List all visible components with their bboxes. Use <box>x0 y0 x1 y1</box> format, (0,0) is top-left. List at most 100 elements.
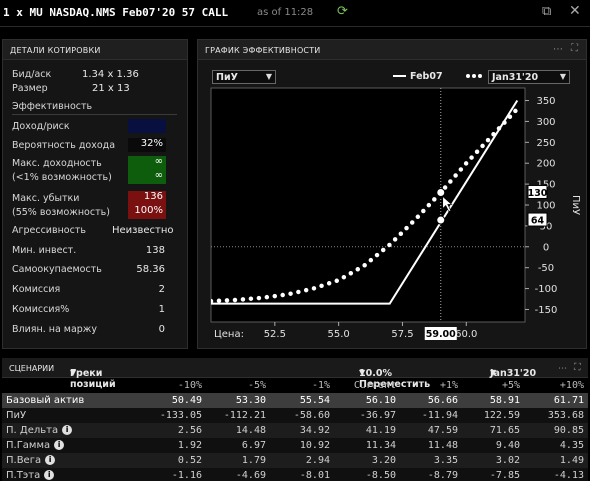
table-cell: 41.19 <box>334 423 400 438</box>
performance-chart[interactable]: 350300250200150100500-50-100-15052.555.0… <box>198 40 588 350</box>
legend-dot <box>466 74 470 78</box>
column-header: +10% <box>559 380 584 391</box>
chevron-down-icon: ▼ <box>70 368 77 377</box>
table-cell: 353.68 <box>524 408 588 423</box>
max-loss-value: 136 <box>128 191 166 205</box>
bid-ask-value: 1.34 x 1.36 <box>82 69 139 80</box>
table-cell: -112.21 <box>206 408 270 423</box>
efficiency-header: Эффективность <box>12 101 93 112</box>
min-investment-label: Мин. инвест. <box>12 245 77 256</box>
price-axis-label: Цена: <box>214 329 244 340</box>
chevron-down-icon: ▼ <box>359 368 366 377</box>
scenarios-table: -10% -5% -1% Current +1% +5% +10% Базовый актив… <box>2 378 588 481</box>
max-loss-prob-label: (55% возможность) <box>12 207 110 218</box>
info-icon[interactable]: i <box>44 470 55 480</box>
close-icon[interactable]: ✕ <box>569 3 581 19</box>
table-cell: -8.50 <box>334 468 400 481</box>
size-label: Размер <box>12 83 48 94</box>
breakeven-label: Самоокупаемость <box>12 264 102 275</box>
row-label: ПиУ <box>2 408 142 423</box>
table-cell: 58.91 <box>462 393 524 408</box>
commission-value: 2 <box>158 284 165 295</box>
x-tick-label: 57.5 <box>391 329 413 340</box>
row-label-text: П.Вега <box>6 455 42 466</box>
row-label: П.Гамма i <box>2 438 142 453</box>
column-header: -1% <box>311 380 330 391</box>
table-cell: 53.30 <box>206 393 270 408</box>
table-cell: 1.92 <box>142 438 206 453</box>
column-header: Current <box>353 380 396 391</box>
info-icon[interactable]: i <box>62 425 73 435</box>
row-label: П.Вега i <box>2 453 142 468</box>
table-cell: 3.02 <box>462 453 524 468</box>
margin-impact-value: 0 <box>158 324 165 335</box>
cursor-marker <box>436 215 446 225</box>
info-icon[interactable]: i <box>54 440 65 450</box>
legend-dot <box>472 74 476 78</box>
row-label-text: П.Тэта <box>6 470 41 481</box>
table-cell: 4.35 <box>524 438 588 453</box>
table-cell: 14.48 <box>206 423 270 438</box>
cursor-value-text: 130 <box>528 188 548 199</box>
column-header: +5% <box>501 380 520 391</box>
table-cell: 10.92 <box>270 438 334 453</box>
x-tick-label: 60.0 <box>455 329 477 340</box>
aggressiveness-value: Неизвестно <box>112 225 174 236</box>
table-cell: 122.59 <box>462 408 524 423</box>
column-header: +1% <box>439 380 458 391</box>
metric-select[interactable]: ПиУ ▼ <box>212 70 276 84</box>
table-cell: -58.60 <box>270 408 334 423</box>
table-row: П.Тэта i -1.16 -4.69 -8.01 -8.50 -8.79 -7.85 -4.… <box>2 468 588 481</box>
table-cell: -8.01 <box>270 468 334 481</box>
date-select-value: Jan31'20 <box>492 72 539 83</box>
scenarios-header: СЦЕНАРИИ <box>9 364 55 373</box>
refresh-icon[interactable]: ⟳ <box>337 4 348 19</box>
quote-details-header: ДЕТАЛИ КОТИРОВКИ <box>3 40 187 60</box>
quote-details-panel: ДЕТАЛИ КОТИРОВКИ Бид/аск 1.34 x 1.36 Раз… <box>2 39 188 349</box>
size-value: 21 x 13 <box>92 83 130 94</box>
popout-icon[interactable]: ⧉ <box>542 4 551 19</box>
row-label: П.Тэта i <box>2 468 142 481</box>
y-tick-label: -150 <box>535 305 558 316</box>
cursor-price-text: 59.00 <box>426 329 456 340</box>
row-label: Базовый актив <box>2 393 142 408</box>
table-cell: 61.71 <box>524 393 588 408</box>
scenarios-panel: СЦЕНАРИИ Греки позиций ▼ 10.0% Перемести… <box>2 358 588 481</box>
table-row: ПиУ -133.05 -112.21 -58.60 -36.97 -11.94 122.5… <box>2 408 588 423</box>
row-label-text: ПиУ <box>6 410 27 421</box>
bid-ask-label: Бид/аск <box>12 69 52 80</box>
table-cell: -4.69 <box>206 468 270 481</box>
max-return-label: Макс. доходность <box>12 158 102 169</box>
row-label-text: П. Дельта <box>6 425 59 436</box>
chevron-down-icon: ▼ <box>559 72 566 81</box>
max-return-prob-value: ∞ <box>128 170 166 184</box>
expand-icon[interactable]: ⋯ <box>558 363 568 374</box>
y-tick-label: 200 <box>536 159 555 170</box>
table-cell: -7.85 <box>462 468 524 481</box>
window-title: 1 x MU NASDAQ.NMS Feb07'20 57 CALL <box>3 6 229 19</box>
table-cell: 1.49 <box>524 453 588 468</box>
profit-probability-value: 32% <box>128 138 166 152</box>
y-tick-label: 0 <box>543 242 549 253</box>
table-cell: 34.92 <box>270 423 334 438</box>
title-bar: 1 x MU NASDAQ.NMS Feb07'20 57 CALL as of… <box>0 0 590 27</box>
table-cell: -36.97 <box>334 408 400 423</box>
info-icon[interactable]: i <box>45 455 56 465</box>
max-loss-label: Макс. убытки <box>12 193 80 204</box>
reward-risk-value <box>128 119 166 133</box>
performance-chart-panel: ГРАФИК ЭФФЕКТИВНОСТИ ⋯ ⛶ 350300250200150… <box>197 39 587 349</box>
as-of-time: as of 11:28 <box>257 7 314 18</box>
date-select[interactable]: Jan31'20 ▼ <box>488 70 570 84</box>
table-cell: -11.94 <box>400 408 462 423</box>
fullscreen-icon[interactable]: ⛶ <box>574 362 581 373</box>
chevron-down-icon: ▼ <box>265 72 272 81</box>
table-cell: -133.05 <box>142 408 206 423</box>
legend-solid-label: Feb07 <box>410 71 443 82</box>
table-row: Базовый актив 50.49 53.30 55.54 56.10 56.66 58… <box>2 393 588 408</box>
table-cell: 56.10 <box>334 393 400 408</box>
commission-pct-label: Комиссия% <box>12 304 70 315</box>
table-cell: 3.20 <box>334 453 400 468</box>
aggressiveness-label: Агрессивность <box>12 225 86 236</box>
table-cell: -8.79 <box>400 468 462 481</box>
commission-label: Комиссия <box>12 284 61 295</box>
